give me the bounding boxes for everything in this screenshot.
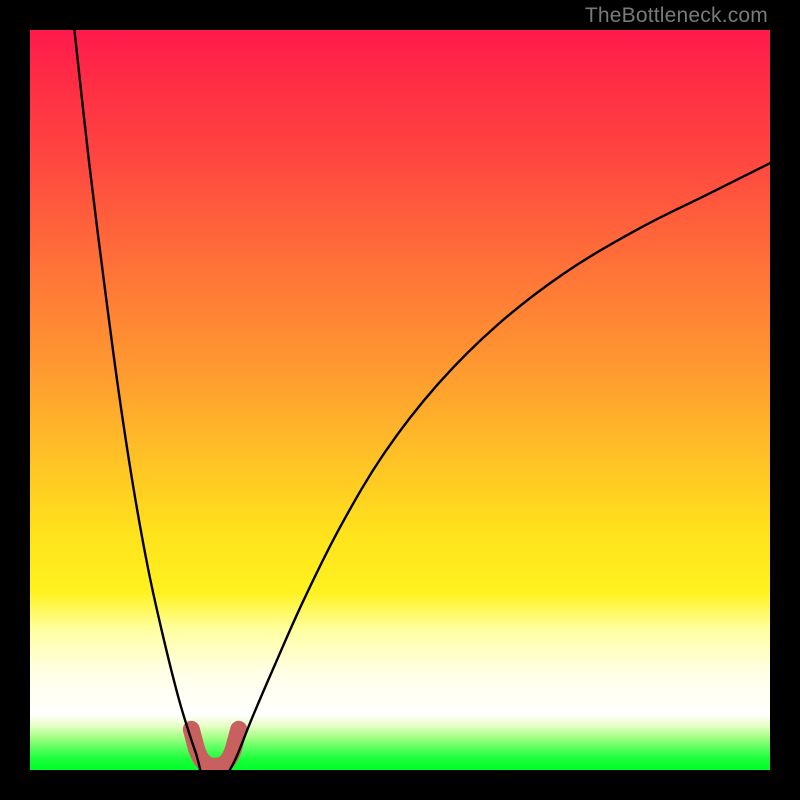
curve-left-path (74, 30, 200, 770)
chart-frame: TheBottleneck.com (0, 0, 800, 800)
curve-right-path (230, 163, 770, 770)
chart-svg (30, 30, 770, 770)
watermark-text: TheBottleneck.com (585, 4, 768, 28)
plot-area (30, 30, 770, 770)
